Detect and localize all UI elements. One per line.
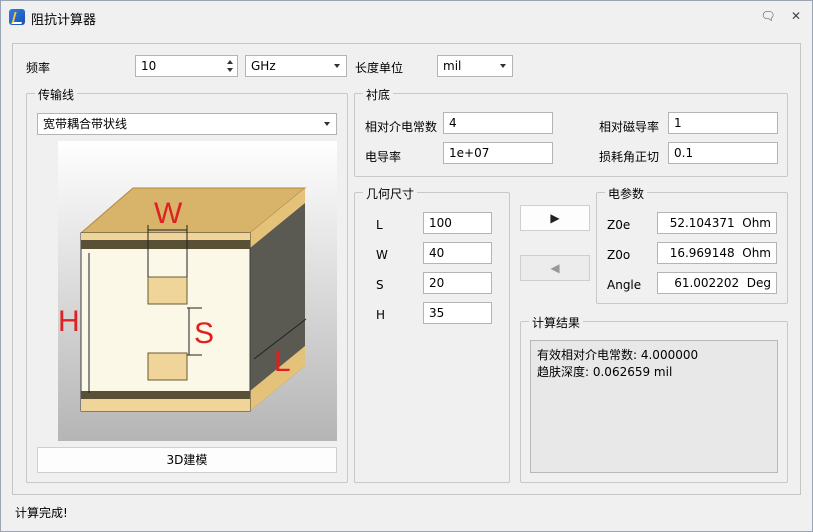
length-unit-label: 长度单位 (355, 61, 404, 75)
chevron-down-icon (334, 64, 340, 68)
line-type-select[interactable]: 宽带耦合带状线 (37, 113, 337, 135)
permittivity-input[interactable]: 4 (443, 112, 553, 134)
geometry-group: 几何尺寸 (354, 185, 510, 483)
figure-label-s: S (194, 317, 214, 350)
geometry-label-s: S (376, 278, 384, 292)
synthesize-forward-button[interactable]: ▶ (520, 205, 590, 231)
angle-output[interactable]: 61.002202 Deg (657, 272, 777, 294)
spin-down-icon[interactable] (227, 68, 233, 72)
substrate-group: 衬底 (354, 86, 788, 177)
geometry-label-h: H (376, 308, 386, 322)
window-title: 阻抗计算器 (31, 13, 97, 28)
figure-label-w: W (154, 197, 183, 230)
geometry-input-s[interactable]: 20 (423, 272, 492, 294)
permeability-label: 相对磁导率 (599, 120, 660, 134)
z0e-label: Z0e (607, 218, 631, 232)
chevron-down-icon (500, 64, 506, 68)
status-text: 计算完成! (15, 506, 68, 520)
chat-icon[interactable]: 🗨 (759, 7, 777, 25)
geometry-input-w[interactable]: 40 (423, 242, 492, 264)
conductivity-label: 电导率 (365, 150, 402, 164)
effective-permittivity-text: 有效相对介电常数: 4.000000 (537, 348, 699, 362)
app-icon (9, 9, 25, 25)
angle-label: Angle (607, 278, 642, 292)
permeability-input[interactable]: 1 (668, 112, 778, 134)
group-title: 计算结果 (529, 314, 584, 331)
geometry-input-l[interactable]: 100 (423, 212, 492, 234)
z0o-label: Z0o (607, 248, 631, 262)
frequency-label: 频率 (26, 61, 51, 75)
app-window: 阻抗计算器 🗨 ✕ 频率 10 GHz 长度单位 mil 传输线 宽带耦合带状线 (0, 0, 813, 532)
figure-label-l: L (274, 345, 291, 378)
chevron-down-icon (324, 122, 330, 126)
results-text: 有效相对介电常数: 4.000000 趋肤深度: 0.062659 mil (530, 340, 778, 473)
figure-label-h: H (58, 305, 80, 338)
conductivity-input[interactable]: 1e+07 (443, 142, 553, 164)
structure-figure: W S H L (58, 141, 337, 441)
build-3d-button[interactable]: 3D建模 (37, 447, 337, 473)
frequency-input[interactable]: 10 (135, 55, 238, 77)
geometry-label-l: L (376, 218, 383, 232)
group-title: 几何尺寸 (363, 185, 418, 202)
group-title: 传输线 (35, 86, 78, 103)
loss-tangent-label: 损耗角正切 (599, 150, 660, 164)
group-title: 电参数 (605, 185, 648, 202)
loss-tangent-input[interactable]: 0.1 (668, 142, 778, 164)
skin-depth-text: 趋肤深度: 0.062659 mil (537, 365, 673, 379)
geometry-input-h[interactable]: 35 (423, 302, 492, 324)
z0o-output[interactable]: 16.969148 Ohm (657, 242, 777, 264)
analyze-back-button[interactable]: ◀ (520, 255, 590, 281)
geometry-label-w: W (376, 248, 388, 262)
length-unit-select[interactable]: mil (437, 55, 513, 77)
spin-up-icon[interactable] (227, 60, 233, 64)
frequency-unit-select[interactable]: GHz (245, 55, 347, 77)
title-bar: 阻抗计算器 🗨 ✕ (1, 1, 812, 33)
group-title: 衬底 (363, 86, 394, 103)
close-icon[interactable]: ✕ (787, 7, 805, 25)
z0e-output[interactable]: 52.104371 Ohm (657, 212, 777, 234)
permittivity-label: 相对介电常数 (365, 120, 438, 134)
